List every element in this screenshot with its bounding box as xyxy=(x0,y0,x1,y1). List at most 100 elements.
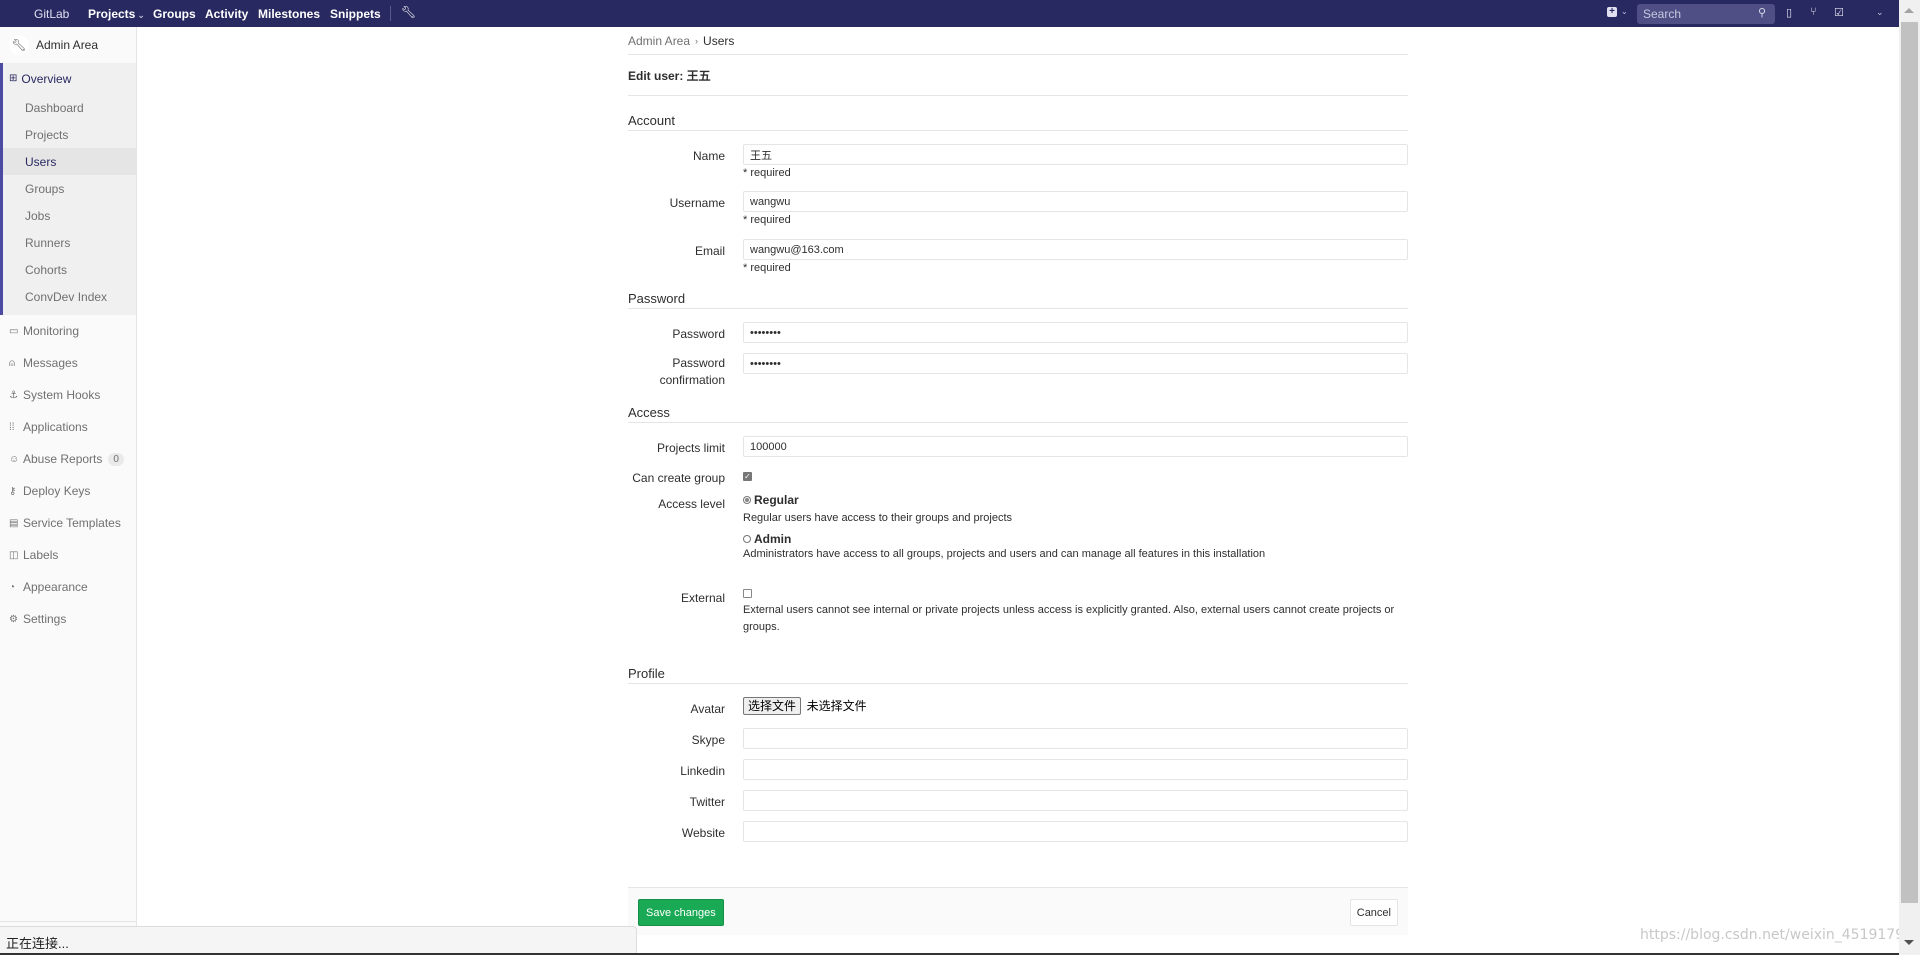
cancel-button[interactable]: Cancel xyxy=(1349,899,1398,926)
search-input[interactable] xyxy=(1637,4,1775,24)
external-checkbox[interactable] xyxy=(743,589,752,598)
linkedin-field[interactable] xyxy=(743,759,1408,780)
password-label: Password xyxy=(672,327,725,341)
sidebar-item-dashboard[interactable]: Dashboard xyxy=(3,94,136,121)
new-item-plus-icon[interactable]: + xyxy=(1607,7,1617,17)
name-required-hint: * required xyxy=(743,167,791,179)
sidebar-context-header[interactable]: 🔧︎ Admin Area xyxy=(0,27,136,63)
access-level-admin-option[interactable]: Admin xyxy=(743,529,1408,546)
name-field[interactable] xyxy=(743,144,1408,165)
regular-radio-label: Regular xyxy=(754,493,799,507)
breadcrumb-admin-area[interactable]: Admin Area xyxy=(628,34,690,48)
password-row: Password xyxy=(628,322,1408,353)
skype-row: Skype xyxy=(628,728,1408,759)
breadcrumb-separator-icon: › xyxy=(695,35,699,46)
top-navbar: GitLab Projects ⌄ Groups Activity Milesto… xyxy=(0,0,1899,27)
palette-icon: ◔ xyxy=(9,581,16,593)
sidebar-item-convdev-index[interactable]: ConvDev Index xyxy=(3,283,136,310)
password-confirmation-label-line1: Password xyxy=(672,356,725,370)
section-profile-title: Profile xyxy=(628,662,1408,684)
save-changes-button[interactable]: Save changes xyxy=(638,899,724,926)
password-confirmation-label: Password confirmation xyxy=(628,353,743,388)
section-access-title: Access xyxy=(628,401,1408,423)
user-menu-chevron-icon[interactable]: ⌄ xyxy=(1876,7,1884,18)
watermark-text: https://blog.csdn.net/weixin_45191791 xyxy=(1640,927,1914,943)
section-password-title: Password xyxy=(628,287,1408,309)
projects-limit-field[interactable] xyxy=(743,436,1408,457)
password-confirmation-field[interactable] xyxy=(743,353,1408,374)
avatar-label: Avatar xyxy=(690,702,725,716)
sidebar-item-service-templates[interactable]: ▤ Service Templates xyxy=(0,507,136,539)
regular-radio[interactable] xyxy=(743,495,751,504)
username-row: Username * required xyxy=(628,191,1408,239)
sidebar-item-applications[interactable]: ⁞⁞ Applications xyxy=(0,411,136,443)
gitlab-logo-link[interactable]: GitLab xyxy=(34,7,69,21)
sidebar-item-settings[interactable]: ⚙︎ Settings xyxy=(0,603,136,635)
skype-label: Skype xyxy=(691,733,725,747)
grid-icon: ⁞⁞ xyxy=(9,421,15,433)
sidebar-item-labels[interactable]: ◫ Labels xyxy=(0,539,136,571)
access-level-row: Access level Regular Regular users have … xyxy=(628,492,1408,580)
sidebar-item-jobs[interactable]: Jobs xyxy=(3,202,136,229)
sidebar-item-abuse-reports[interactable]: ☺︎ Abuse Reports 0 xyxy=(0,443,136,475)
nav-projects-dropdown[interactable]: Projects ⌄ xyxy=(88,7,145,21)
sidebar-item-cohorts[interactable]: Cohorts xyxy=(3,256,136,283)
sidebar-item-system-hooks[interactable]: ⚓︎ System Hooks xyxy=(0,379,136,411)
sidebar-item-label: Abuse Reports xyxy=(23,452,103,466)
broadcast-icon: ⍝ xyxy=(9,357,15,369)
sidebar-item-label: Deploy Keys xyxy=(23,484,91,498)
admin-radio[interactable] xyxy=(743,534,751,543)
skype-field[interactable] xyxy=(743,728,1408,749)
abuse-reports-count-badge: 0 xyxy=(108,452,124,466)
sidebar-item-messages[interactable]: ⍝ Messages xyxy=(0,347,136,379)
avatar-choose-file-button[interactable]: 选择文件 xyxy=(743,697,802,715)
website-field[interactable] xyxy=(743,821,1408,842)
sidebar-item-deploy-keys[interactable]: ⚷ Deploy Keys xyxy=(0,475,136,507)
merge-request-icon[interactable]: ⑂ xyxy=(1810,6,1817,18)
username-required-hint: * required xyxy=(743,214,791,226)
sidebar-item-label: Monitoring xyxy=(23,324,80,338)
email-required-hint: * required xyxy=(743,262,791,274)
issues-icon[interactable]: ▯ xyxy=(1786,6,1792,19)
password-field[interactable] xyxy=(743,322,1408,343)
sidebar-item-appearance[interactable]: ◔ Appearance xyxy=(0,571,136,603)
email-field[interactable] xyxy=(743,239,1408,260)
password-confirmation-label-line2: confirmation xyxy=(659,373,725,387)
labels-icon: ◫ xyxy=(9,549,19,561)
nav-activity[interactable]: Activity xyxy=(205,7,248,21)
nav-groups[interactable]: Groups xyxy=(153,7,196,21)
sidebar-item-groups[interactable]: Groups xyxy=(3,175,136,202)
anchor-icon: ⚓︎ xyxy=(9,389,18,401)
admin-description: Administrators have access to all groups… xyxy=(743,548,1266,560)
monitor-icon: ▭ xyxy=(9,325,19,337)
nav-milestones[interactable]: Milestones xyxy=(258,7,320,21)
scroll-down-arrow-icon[interactable] xyxy=(1904,940,1914,945)
nav-snippets[interactable]: Snippets xyxy=(330,7,381,21)
sidebar-item-runners[interactable]: Runners xyxy=(3,229,136,256)
sidebar-item-overview[interactable]: ⊞ Overview xyxy=(3,63,136,94)
scroll-up-arrow-icon[interactable] xyxy=(1904,8,1914,13)
page-title: Edit user: 王五 xyxy=(628,55,1408,96)
section-account-title: Account xyxy=(628,109,1408,131)
sidebar-item-projects[interactable]: Projects xyxy=(3,121,136,148)
chevron-down-icon: ⌄ xyxy=(137,10,145,20)
sidebar-item-monitoring[interactable]: ▭ Monitoring xyxy=(0,315,136,347)
avatar-file-status: 未选择文件 xyxy=(806,699,867,713)
scrollbar-thumb[interactable] xyxy=(1901,22,1918,903)
can-create-group-checkbox[interactable]: ✓ xyxy=(743,472,752,481)
username-field[interactable] xyxy=(743,191,1408,212)
sidebar-item-label: Appearance xyxy=(23,580,88,594)
breadcrumb-users[interactable]: Users xyxy=(703,34,734,48)
external-label: External xyxy=(680,591,725,605)
breadcrumb: Admin Area › Users xyxy=(628,27,1408,55)
todo-icon[interactable]: ☑ xyxy=(1834,6,1844,19)
sidebar-item-label: Messages xyxy=(23,356,78,370)
sidebar-item-users[interactable]: Users xyxy=(3,148,136,175)
access-level-regular-option[interactable]: Regular xyxy=(743,492,1408,510)
avatar-row: Avatar 选择文件 未选择文件 xyxy=(628,697,1408,728)
admin-wrench-icon[interactable]: 🔧︎ xyxy=(401,5,416,19)
page-scrollbar[interactable] xyxy=(1899,0,1920,955)
twitter-field[interactable] xyxy=(743,790,1408,811)
form-actions: Save changes Cancel xyxy=(628,887,1408,935)
twitter-label: Twitter xyxy=(689,795,725,809)
